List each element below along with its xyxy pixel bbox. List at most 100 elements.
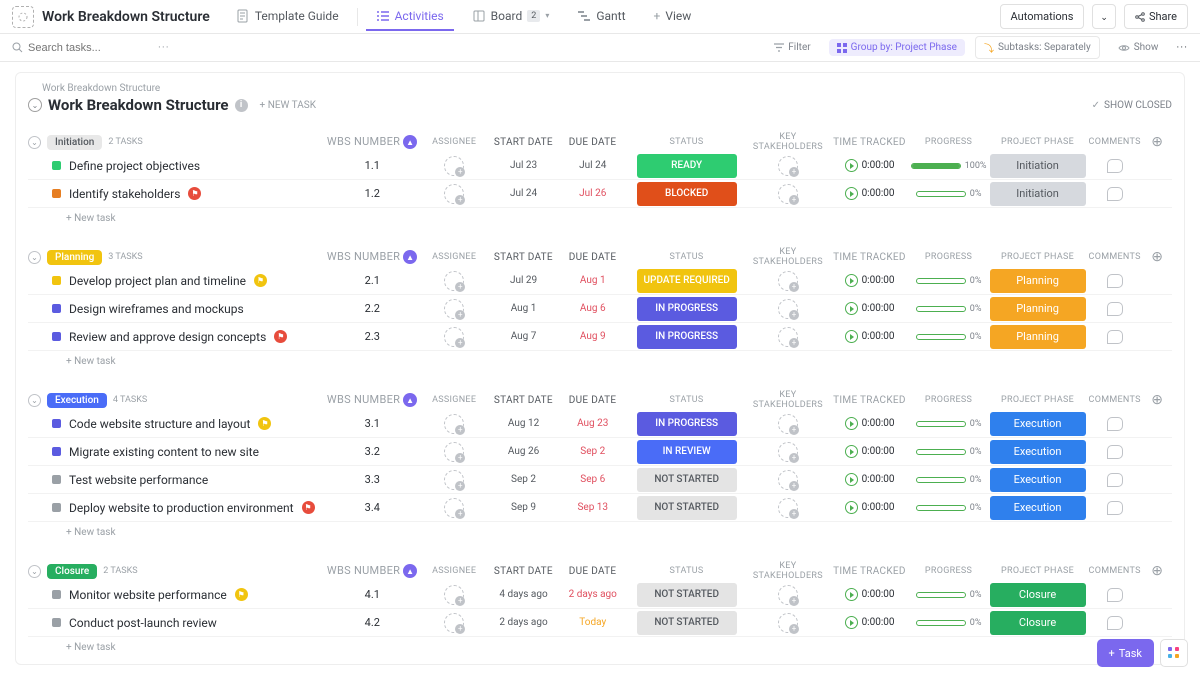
stakeholders-cell[interactable]	[746, 184, 830, 204]
assignee-cell[interactable]	[420, 613, 489, 633]
col-stakeholders[interactable]: KEY STAKEHOLDERS	[746, 247, 830, 267]
priority-flag-icon[interactable]: ⚑	[258, 417, 271, 430]
share-button[interactable]: Share	[1124, 4, 1188, 29]
col-stakeholders[interactable]: KEY STAKEHOLDERS	[746, 132, 830, 152]
collapse-all-icon[interactable]: ⌄	[28, 98, 42, 112]
assignee-cell[interactable]	[420, 184, 489, 204]
priority-flag-icon[interactable]: ⚑	[235, 588, 248, 601]
add-column-button[interactable]: ⊕	[1142, 563, 1172, 579]
start-date-cell[interactable]: Jul 23	[489, 160, 558, 171]
play-icon[interactable]	[845, 588, 858, 601]
phase-cell[interactable]: Initiation	[988, 154, 1087, 178]
phase-cell[interactable]: Execution	[988, 412, 1087, 436]
col-progress[interactable]: PROGRESS	[909, 252, 988, 262]
priority-flag-icon[interactable]: ⚑	[188, 187, 201, 200]
time-cell[interactable]: 0:00:00	[830, 187, 909, 200]
col-due[interactable]: DUE DATE	[558, 137, 627, 148]
col-assignee[interactable]: ASSIGNEE	[420, 395, 489, 405]
col-phase[interactable]: PROJECT PHASE	[988, 137, 1087, 147]
time-cell[interactable]: 0:00:00	[830, 445, 909, 458]
due-date-cell[interactable]: Sep 2	[558, 446, 627, 457]
due-date-cell[interactable]: Today	[558, 617, 627, 628]
due-date-cell[interactable]: Sep 13	[558, 502, 627, 513]
col-wbs[interactable]: WBS NUMBER▲	[325, 564, 420, 578]
start-date-cell[interactable]: Aug 7	[489, 331, 558, 342]
comments-cell[interactable]	[1087, 274, 1142, 288]
col-due[interactable]: DUE DATE	[558, 566, 627, 577]
comments-cell[interactable]	[1087, 159, 1142, 173]
comments-cell[interactable]	[1087, 417, 1142, 431]
time-cell[interactable]: 0:00:00	[830, 588, 909, 601]
play-icon[interactable]	[845, 330, 858, 343]
task-row[interactable]: Identify stakeholders ⚑ 1.2 Jul 24 Jul 2…	[28, 180, 1172, 208]
time-cell[interactable]: 0:00:00	[830, 274, 909, 287]
task-name-cell[interactable]: Monitor website performance ⚑	[28, 588, 325, 602]
col-wbs[interactable]: WBS NUMBER▲	[325, 250, 420, 264]
col-start[interactable]: START DATE	[489, 395, 558, 406]
start-date-cell[interactable]: Aug 1	[489, 303, 558, 314]
due-date-cell[interactable]: 2 days ago	[558, 589, 627, 600]
col-status[interactable]: STATUS	[627, 252, 746, 262]
due-date-cell[interactable]: Aug 1	[558, 275, 627, 286]
due-date-cell[interactable]: Aug 9	[558, 331, 627, 342]
add-column-button[interactable]: ⊕	[1142, 249, 1172, 265]
group-pill[interactable]: Initiation	[47, 135, 102, 150]
assignee-cell[interactable]	[420, 327, 489, 347]
col-due[interactable]: DUE DATE	[558, 252, 627, 263]
task-name-cell[interactable]: Define project objectives	[28, 159, 325, 173]
automations-button[interactable]: Automations	[1000, 4, 1085, 29]
time-cell[interactable]: 0:00:00	[830, 302, 909, 315]
phase-cell[interactable]: Planning	[988, 269, 1087, 293]
col-assignee[interactable]: ASSIGNEE	[420, 566, 489, 576]
status-cell[interactable]: IN PROGRESS	[627, 325, 746, 349]
show-button[interactable]: Show	[1110, 39, 1167, 56]
progress-cell[interactable]: 0%	[909, 304, 988, 314]
task-row[interactable]: Code website structure and layout ⚑ 3.1 …	[28, 410, 1172, 438]
comments-cell[interactable]	[1087, 187, 1142, 201]
col-progress[interactable]: PROGRESS	[909, 395, 988, 405]
status-cell[interactable]: BLOCKED	[627, 182, 746, 206]
phase-cell[interactable]: Closure	[988, 611, 1087, 635]
wbs-cell[interactable]: 3.3	[325, 473, 420, 486]
new-task-row[interactable]: + New task	[28, 522, 1172, 543]
new-task-row[interactable]: + New task	[28, 208, 1172, 229]
col-wbs[interactable]: WBS NUMBER▲	[325, 135, 420, 149]
progress-cell[interactable]: 0%	[909, 189, 988, 199]
status-cell[interactable]: IN PROGRESS	[627, 412, 746, 436]
progress-cell[interactable]: 0%	[909, 332, 988, 342]
play-icon[interactable]	[845, 417, 858, 430]
wbs-cell[interactable]: 1.2	[325, 187, 420, 200]
col-assignee[interactable]: ASSIGNEE	[420, 252, 489, 262]
new-task-row[interactable]: + New task	[28, 351, 1172, 372]
play-icon[interactable]	[845, 274, 858, 287]
start-date-cell[interactable]: Jul 24	[489, 188, 558, 199]
show-closed-button[interactable]: ✓ SHOW CLOSED	[1092, 100, 1172, 111]
comments-cell[interactable]	[1087, 501, 1142, 515]
col-progress[interactable]: PROGRESS	[909, 137, 988, 147]
time-cell[interactable]: 0:00:00	[830, 330, 909, 343]
start-date-cell[interactable]: 4 days ago	[489, 589, 558, 600]
new-task-row[interactable]: + New task	[28, 637, 1172, 658]
task-name-cell[interactable]: Code website structure and layout ⚑	[28, 417, 325, 431]
col-stakeholders[interactable]: KEY STAKEHOLDERS	[746, 561, 830, 581]
group-collapse-icon[interactable]: ⌄	[28, 565, 41, 578]
priority-flag-icon[interactable]: ⚑	[302, 501, 315, 514]
assignee-cell[interactable]	[420, 585, 489, 605]
progress-cell[interactable]: 0%	[909, 447, 988, 457]
phase-cell[interactable]: Execution	[988, 496, 1087, 520]
stakeholders-cell[interactable]	[746, 156, 830, 176]
tab-gantt[interactable]: Gantt	[567, 3, 635, 31]
status-cell[interactable]: NOT STARTED	[627, 611, 746, 635]
group-collapse-icon[interactable]: ⌄	[28, 251, 41, 264]
col-comments[interactable]: COMMENTS	[1087, 252, 1142, 262]
stakeholders-cell[interactable]	[746, 271, 830, 291]
comments-cell[interactable]	[1087, 588, 1142, 602]
start-date-cell[interactable]: Sep 9	[489, 502, 558, 513]
wbs-cell[interactable]: 3.4	[325, 501, 420, 514]
due-date-cell[interactable]: Aug 23	[558, 418, 627, 429]
group-pill[interactable]: Execution	[47, 393, 107, 408]
group-collapse-icon[interactable]: ⌄	[28, 136, 41, 149]
progress-cell[interactable]: 0%	[909, 618, 988, 628]
phase-cell[interactable]: Planning	[988, 325, 1087, 349]
wbs-cell[interactable]: 4.2	[325, 616, 420, 629]
